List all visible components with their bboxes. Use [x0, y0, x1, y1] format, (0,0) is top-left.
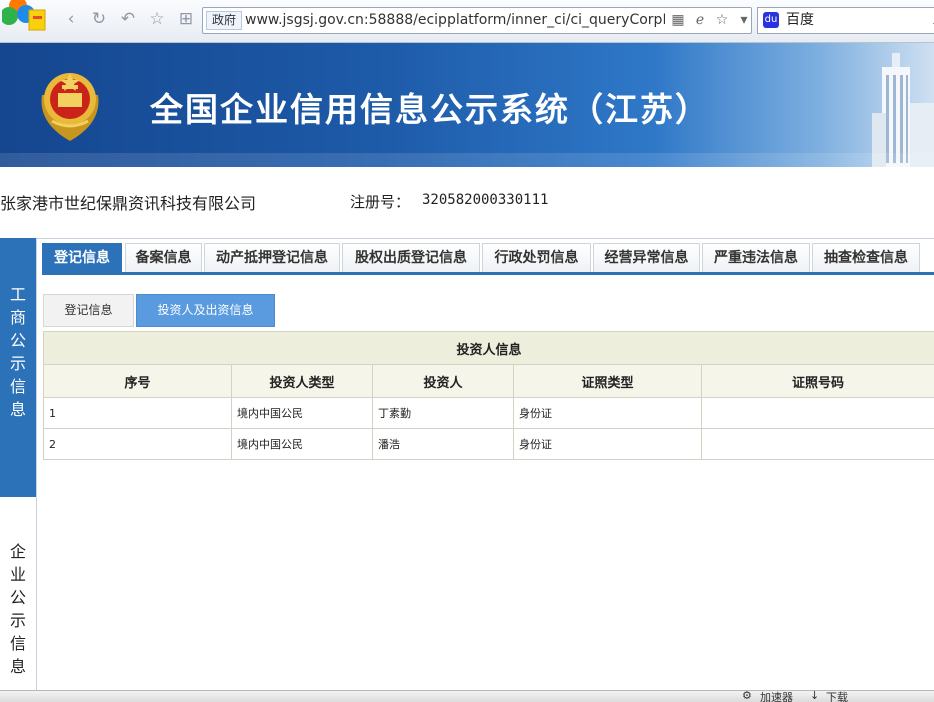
tab-serious-violation[interactable]: 严重违法信息	[702, 243, 810, 272]
cell-id-type: 身份证	[514, 429, 702, 460]
cell-index: 1	[44, 398, 232, 429]
cell-investor: 丁素勤	[373, 398, 514, 429]
cell-investor-type: 境内中国公民	[232, 429, 373, 460]
table-header-row: 序号 投资人类型 投资人 证照类型 证照号码	[44, 365, 934, 398]
tab-administrative-penalty[interactable]: 行政处罚信息	[482, 243, 591, 272]
divider	[0, 238, 934, 239]
address-url[interactable]: www.jsgsj.gov.cn:58888/ecipplatform/inne…	[245, 11, 665, 29]
browser-toolbar: ‹ ↻ ↶ ☆ ⊞ 政府 www.jsgsj.gov.cn:58888/ecip…	[0, 0, 934, 43]
table-row: 2 境内中国公民 潘浩 身份证	[44, 429, 934, 460]
search-box[interactable]: du 百度 ⌕	[757, 7, 934, 34]
favorite-icon[interactable]: ☆	[713, 10, 731, 30]
content-border	[36, 239, 37, 690]
back-icon[interactable]: ‹	[60, 8, 82, 30]
tab-equity-pledge[interactable]: 股权出质登记信息	[342, 243, 480, 272]
registration-label: 注册号：	[350, 191, 410, 212]
side-tab-qiye[interactable]: 企业公示信息	[0, 497, 37, 690]
side-tab-gongshang[interactable]: 工商公示信息	[0, 238, 36, 497]
accelerator-label[interactable]: 加速器	[760, 690, 793, 702]
subtab-registration[interactable]: 登记信息	[43, 294, 134, 327]
investor-table: 投资人信息 序号 投资人类型 投资人 证照类型 证照号码 1 境内中国公民 丁素…	[43, 331, 934, 460]
site-banner: 全国企业信用信息公示系统（江苏）	[0, 43, 934, 167]
tab-abnormal-operation[interactable]: 经营异常信息	[593, 243, 700, 272]
grid-icon[interactable]: ⊞	[175, 8, 197, 30]
emblem-icon	[32, 65, 108, 145]
table-row: 1 境内中国公民 丁素勤 身份证	[44, 398, 934, 429]
cell-id-number	[702, 398, 934, 429]
refresh-icon[interactable]: ↻	[88, 8, 110, 30]
building-illustration	[844, 43, 934, 167]
ie-icon[interactable]: ℯ	[691, 10, 709, 30]
cell-id-number	[702, 429, 934, 460]
address-badge: 政府	[206, 11, 242, 30]
column-header-id-number: 证照号码	[702, 365, 934, 398]
download-icon[interactable]: ↓	[810, 690, 819, 702]
dropdown-icon[interactable]: ▾	[735, 10, 753, 30]
tab-filing[interactable]: 备案信息	[125, 243, 202, 272]
tab-underline	[42, 272, 934, 275]
table-caption: 投资人信息	[44, 332, 934, 365]
star-icon[interactable]: ☆	[146, 8, 168, 30]
qr-icon[interactable]: ▦	[669, 10, 687, 30]
side-tab-qiye-label: 企业公示信息	[0, 540, 36, 678]
search-engine-label: 百度	[786, 11, 814, 29]
registration-number: 320582000330111	[422, 192, 548, 208]
address-bar[interactable]: 政府 www.jsgsj.gov.cn:58888/ecipplatform/i…	[202, 7, 752, 34]
status-bar: ⚙ 加速器 ↓ 下载	[0, 690, 934, 702]
column-header-index: 序号	[44, 365, 232, 398]
company-name: 张家港市世纪保鼎资讯科技有限公司	[0, 190, 256, 214]
cell-id-type: 身份证	[514, 398, 702, 429]
subtab-investors[interactable]: 投资人及出资信息	[136, 294, 275, 327]
download-label[interactable]: 下载	[826, 690, 848, 702]
baidu-logo-icon: du	[763, 12, 779, 28]
tab-registration[interactable]: 登记信息	[42, 243, 122, 272]
column-header-investor: 投资人	[373, 365, 514, 398]
banner-title: 全国企业信用信息公示系统（江苏）	[150, 83, 710, 131]
tab-chattel-mortgage[interactable]: 动产抵押登记信息	[204, 243, 340, 272]
cell-investor: 潘浩	[373, 429, 514, 460]
column-header-id-type: 证照类型	[514, 365, 702, 398]
accelerator-icon[interactable]: ⚙	[742, 690, 752, 702]
cell-index: 2	[44, 429, 232, 460]
column-header-investor-type: 投资人类型	[232, 365, 373, 398]
cell-investor-type: 境内中国公民	[232, 398, 373, 429]
undo-icon[interactable]: ↶	[117, 8, 139, 30]
tab-spot-check[interactable]: 抽查检查信息	[812, 243, 920, 272]
browser-logo-icon[interactable]	[2, 0, 50, 32]
side-tab-gongshang-label: 工商公示信息	[0, 283, 36, 421]
